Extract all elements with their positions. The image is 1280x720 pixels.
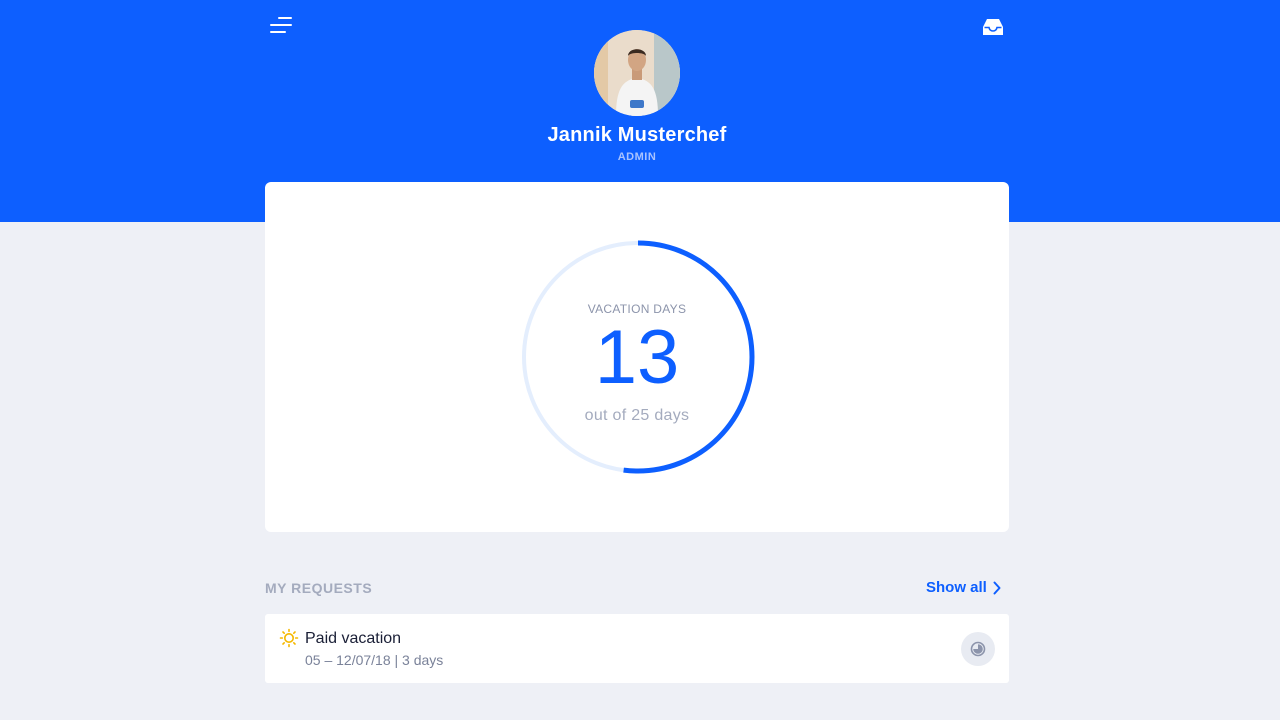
user-role: ADMIN [617, 151, 657, 163]
avatar[interactable] [594, 30, 680, 116]
menu-icon[interactable] [268, 14, 296, 38]
pending-clock-icon[interactable] [961, 632, 995, 666]
request-details: 05 – 12/07/18 | 3 days [305, 652, 444, 668]
show-all-link[interactable]: Show all [926, 579, 1001, 596]
request-item[interactable]: Paid vacation 05 – 12/07/18 | 3 days [265, 614, 1009, 683]
chevron-right-icon [993, 581, 1001, 594]
vacation-days-label: VACATION DAYS [587, 302, 687, 316]
request-title: Paid vacation [305, 630, 402, 647]
vacation-days-total: out of 25 days [584, 407, 690, 424]
show-all-label: Show all [926, 579, 987, 596]
user-name: Jannik Musterchef [547, 124, 727, 146]
inbox-icon[interactable] [980, 14, 1006, 40]
my-requests-title: MY REQUESTS [265, 580, 373, 596]
vacation-days-remaining: 13 [594, 315, 680, 400]
sun-icon [279, 628, 299, 648]
vacation-card: VACATION DAYS 13 out of 25 days [265, 182, 1009, 532]
